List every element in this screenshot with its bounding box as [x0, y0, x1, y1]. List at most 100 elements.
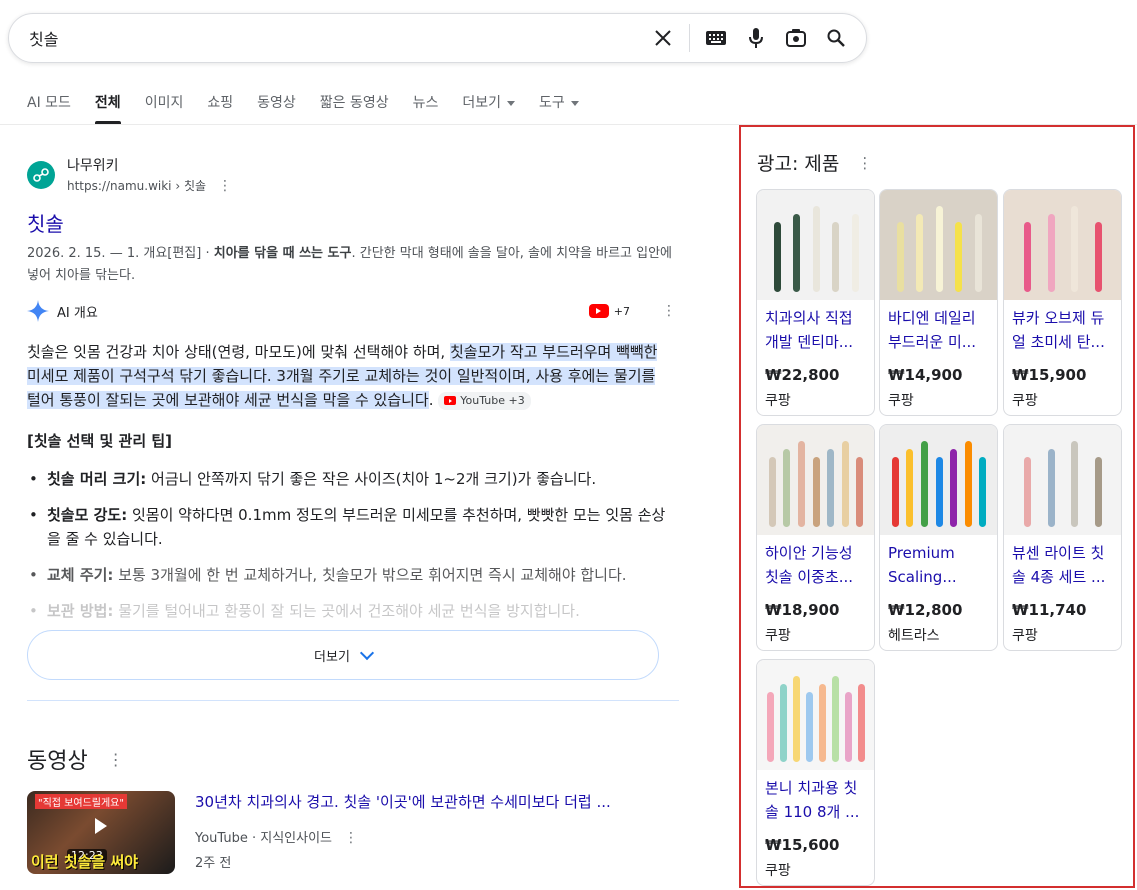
product-card[interactable]: 치과의사 직접 개발 덴티마... ₩22,800 쿠팡	[756, 189, 875, 416]
product-image[interactable]	[757, 425, 874, 535]
product-name-link[interactable]: 뷰카 오브제 듀얼 초미세 탄...	[1004, 300, 1121, 358]
product-image[interactable]	[880, 425, 997, 535]
search-bar[interactable]: 칫솔	[8, 13, 867, 63]
tip-bold: 교체 주기:	[47, 566, 114, 584]
section-divider	[27, 700, 679, 701]
toothbrush-shape	[856, 457, 864, 527]
list-item: 보관 방법: 물기를 털어내고 환풍이 잘 되는 곳에서 건조해야 세균 번식을…	[27, 599, 667, 623]
toothbrush-shape	[780, 684, 787, 762]
tab-more-label: 더보기	[462, 95, 501, 111]
tab-all[interactable]: 전체	[94, 92, 121, 124]
tip-text: 보통 3개월에 한 번 교체하거나, 칫솔모가 밖으로 휘어지면 즉시 교체해야…	[113, 566, 627, 584]
product-card[interactable]: 본니 치과용 칫솔 110 8개 ... ₩15,600 쿠팡	[756, 659, 875, 886]
youtube-icon	[444, 396, 457, 405]
ai-trail: .	[428, 391, 434, 409]
toothbrush-shape	[1094, 222, 1102, 292]
toothbrush-shape	[773, 222, 781, 292]
ai-sources-badge[interactable]: +7	[588, 304, 630, 318]
snippet-date: 2026. 2. 15. — 1. 개요[편집] ·	[27, 246, 214, 261]
product-seller: 쿠팡	[765, 628, 791, 644]
product-name-link[interactable]: 치과의사 직접 개발 덴티마...	[757, 300, 874, 358]
ai-overview-label: AI 개요	[57, 305, 98, 321]
more-vert-icon[interactable]: ⋮	[108, 750, 124, 769]
video-title-link[interactable]: 30년차 치과의사 경고. 칫솔 '이곳'에 보관하면 수세미보다 더럽 ...	[195, 791, 611, 813]
search-icon[interactable]	[816, 18, 856, 58]
mic-icon[interactable]	[736, 18, 776, 58]
show-more-button[interactable]: 더보기	[27, 630, 659, 680]
product-price: ₩12,800	[888, 601, 963, 619]
site-url: https://namu.wiki › 칫솔	[67, 179, 207, 193]
product-image[interactable]	[757, 190, 874, 300]
tab-tools[interactable]: 도구	[539, 92, 579, 124]
product-card[interactable]: 바디엔 데일리 부드러운 미... ₩14,900 쿠팡	[879, 189, 998, 416]
chevron-down-icon	[359, 645, 375, 660]
toothbrush-shape	[950, 449, 958, 527]
toothbrush-shape	[979, 457, 987, 527]
product-seller: 쿠팡	[888, 393, 914, 409]
product-card[interactable]: 뷰센 라이트 칫솔 4종 세트 ... ₩11,740 쿠팡	[1003, 424, 1122, 651]
product-name-link[interactable]: 바디엔 데일리 부드러운 미...	[880, 300, 997, 358]
product-name-link[interactable]: 본니 치과용 칫솔 110 8개 ...	[757, 770, 874, 828]
more-vert-icon[interactable]: ⋮	[662, 303, 676, 319]
product-image[interactable]	[757, 660, 874, 770]
play-icon	[95, 818, 107, 834]
chevron-down-icon	[570, 100, 579, 106]
product-card[interactable]: Premium Scaling... ₩12,800 헤트라스	[879, 424, 998, 651]
toothbrush-shape	[845, 692, 852, 762]
more-vert-icon[interactable]: ⋮	[344, 830, 358, 846]
video-thumbnail[interactable]: "직접 보여드릴게요" 12:23 이런 칫솔을 써야	[27, 791, 175, 874]
tip-bold: 칫솔 머리 크기:	[47, 470, 147, 488]
product-name-link[interactable]: Premium Scaling...	[880, 535, 997, 593]
product-image[interactable]	[880, 190, 997, 300]
toothbrush-shape	[812, 206, 820, 292]
toothbrush-shape	[797, 441, 805, 527]
videos-section-header: 동영상 ⋮	[27, 743, 124, 775]
toothbrush-shape	[832, 222, 839, 292]
search-input[interactable]: 칫솔	[29, 26, 643, 50]
tip-text: 잇몸이 약하다면 0.1mm 정도의 부드러운 미세모를 추천하며, 빳빳한 모…	[47, 506, 666, 548]
product-price: ₩15,900	[1012, 366, 1087, 384]
tab-ai-mode[interactable]: AI 모드	[27, 92, 71, 124]
more-vert-icon[interactable]: ⋮	[857, 154, 872, 172]
toothbrush-shape	[858, 684, 865, 762]
product-name-link[interactable]: 하이안 기능성 칫솔 이중초...	[757, 535, 874, 593]
toothbrush-shape	[920, 441, 928, 527]
product-seller: 쿠팡	[1012, 393, 1038, 409]
product-price: ₩11,740	[1012, 601, 1087, 619]
product-name-link[interactable]: 뷰센 라이트 칫솔 4종 세트 ...	[1004, 535, 1121, 593]
toothbrush-shape	[935, 206, 943, 292]
tip-bold: 칫솔모 강도:	[47, 506, 128, 524]
ai-overview-header: AI 개요 +7 ⋮	[27, 300, 682, 322]
site-name: 나무위키	[67, 158, 119, 174]
close-icon[interactable]	[643, 18, 683, 58]
ads-header: 광고: 제품 ⋮	[757, 149, 872, 176]
more-vert-icon[interactable]: ⋮	[218, 178, 232, 194]
toothbrush-shape	[906, 449, 914, 527]
product-image[interactable]	[1004, 425, 1121, 535]
tab-news[interactable]: 뉴스	[413, 92, 439, 124]
toothbrush-shape	[767, 692, 774, 762]
snippet-bold: 치아를 닦을 때 쓰는 도구	[213, 246, 352, 261]
result-source[interactable]: 나무위키 https://namu.wiki › 칫솔 ⋮	[27, 155, 677, 194]
tab-tools-label: 도구	[539, 95, 565, 111]
thumb-caption-bottom: 이런 칫솔을 써야	[31, 853, 139, 871]
tab-images[interactable]: 이미지	[145, 92, 184, 124]
tab-videos[interactable]: 동영상	[257, 92, 296, 124]
keyboard-icon[interactable]	[696, 18, 736, 58]
lens-icon[interactable]	[776, 18, 816, 58]
ai-source-count: +7	[613, 304, 630, 318]
product-price: ₩14,900	[888, 366, 963, 384]
ai-citation-chip[interactable]: YouTube +3	[438, 391, 531, 410]
tab-short-videos[interactable]: 짧은 동영상	[320, 92, 389, 124]
toothbrush-shape	[916, 214, 923, 292]
tab-shopping[interactable]: 쇼핑	[207, 92, 233, 124]
toothbrush-shape	[1024, 457, 1032, 527]
tab-more[interactable]: 더보기	[462, 92, 515, 124]
thumb-caption-top: "직접 보여드릴게요"	[35, 794, 127, 809]
product-image[interactable]	[1004, 190, 1121, 300]
toothbrush-shape	[1094, 457, 1102, 527]
product-card[interactable]: 하이안 기능성 칫솔 이중초... ₩18,900 쿠팡	[756, 424, 875, 651]
result-title-link[interactable]: 칫솔	[27, 208, 677, 237]
product-card[interactable]: 뷰카 오브제 듀얼 초미세 탄... ₩15,900 쿠팡	[1003, 189, 1122, 416]
video-result[interactable]: "직접 보여드릴게요" 12:23 이런 칫솔을 써야 30년차 치과의사 경고…	[27, 791, 667, 874]
